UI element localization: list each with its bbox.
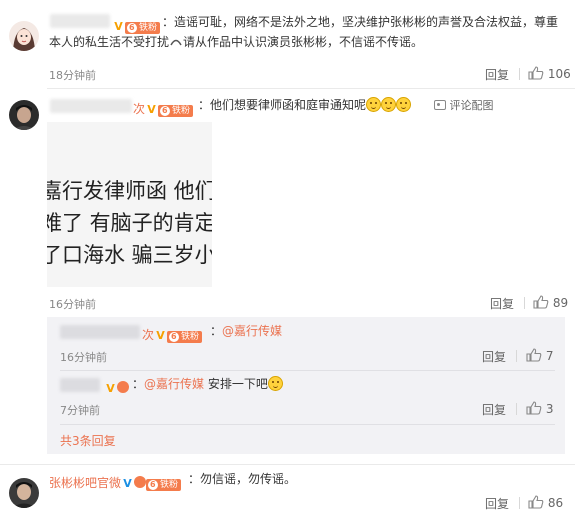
reply-button[interactable]: 回复: [490, 295, 514, 312]
sub-reply-text: ：@嘉行传媒 安排一下吧: [132, 374, 283, 394]
thumbs-up-icon: [528, 495, 544, 509]
reply-button[interactable]: 回复: [482, 348, 506, 365]
like-count: 3: [545, 402, 554, 416]
reply-button[interactable]: 回复: [485, 495, 509, 512]
divider: [524, 297, 525, 309]
comment-image[interactable]: 嘉行发律师函 他们真 难了 有脑子的肯定 了口海水 骗三岁小: [47, 122, 212, 287]
verified-v-icon: V: [147, 103, 156, 116]
doge-emoji-icon: [381, 97, 397, 112]
thumbs-up-icon: [526, 401, 542, 415]
verified-v-icon: V: [156, 329, 165, 342]
thumbs-up-icon: [526, 348, 542, 362]
image-text-line: 难了 有脑子的肯定: [47, 211, 212, 235]
comment-image-link[interactable]: 评论配图: [434, 97, 494, 113]
avatar[interactable]: [9, 100, 39, 130]
doge-emoji-icon: [396, 97, 412, 112]
like-count: 7: [545, 349, 554, 363]
like-button[interactable]: 3: [526, 401, 553, 416]
reply-button[interactable]: 回复: [485, 66, 509, 83]
hands-emoji-icon: [170, 39, 182, 46]
verified-v-icon: V: [106, 382, 115, 395]
doge-emoji-icon: [366, 97, 382, 112]
comment-text: ：他们想要律师函和庭审通知呢: [198, 95, 412, 115]
like-button[interactable]: 7: [526, 348, 553, 363]
fan-badge: 铁粉: [158, 105, 194, 117]
image-text-line: 了口海水 骗三岁小: [47, 243, 212, 267]
mention-link[interactable]: @嘉行传媒: [144, 377, 204, 391]
mention-link[interactable]: @嘉行传媒: [222, 324, 282, 338]
comment-time: 16分钟前: [49, 298, 96, 311]
like-count: 106: [547, 67, 571, 81]
divider: [519, 497, 520, 509]
username-redacted: [60, 378, 100, 392]
thumbs-up-icon: [533, 295, 549, 309]
sub-reply-time: 7分钟前: [60, 404, 100, 417]
username[interactable]: 张彬彬吧官微: [49, 476, 121, 490]
reply-button[interactable]: 回复: [482, 401, 506, 418]
like-button[interactable]: 89: [533, 295, 568, 310]
avatar[interactable]: [9, 478, 39, 508]
username-suffix[interactable]: 次: [133, 102, 145, 116]
divider: [47, 88, 575, 89]
like-count: 86: [547, 496, 564, 510]
divider: [516, 350, 517, 362]
divider: [60, 424, 555, 425]
comment-text-line2: 本人的私生活不受打扰 请从作品中认识演员张彬彬，不信谣不传谣。: [49, 35, 424, 49]
like-button[interactable]: 106: [528, 66, 571, 81]
username-redacted: [50, 99, 132, 113]
divider: [60, 370, 555, 371]
username-suffix[interactable]: 次: [142, 328, 154, 342]
verified-v-icon: V: [123, 477, 132, 490]
fan-level-icon: [117, 381, 129, 393]
comment-text: ：造谣可耻，网络不是法外之地，坚决维护张彬彬的声誉及合法权益，尊重: [162, 15, 559, 29]
fan-badge: 铁粉: [146, 479, 182, 491]
thumbs-up-icon: [528, 66, 544, 80]
like-button[interactable]: 86: [528, 495, 563, 510]
image-icon: [434, 100, 446, 110]
like-count: 89: [552, 296, 569, 310]
comment-time: 18分钟前: [49, 69, 96, 82]
more-replies-link[interactable]: 共3条回复: [60, 432, 116, 449]
divider: [519, 68, 520, 80]
doge-emoji-icon: [267, 376, 283, 391]
avatar[interactable]: [9, 21, 39, 51]
divider: [516, 403, 517, 415]
sub-reply-time: 16分钟前: [60, 351, 107, 364]
username-redacted: [50, 14, 110, 28]
image-text-line: 嘉行发律师函 他们真: [47, 179, 212, 203]
comment-text: ：勿信谣，勿传谣。: [188, 472, 297, 486]
divider: [0, 464, 575, 465]
username-redacted: [60, 325, 140, 339]
fan-level-icon: [134, 476, 147, 488]
fan-badge: 铁粉: [167, 331, 203, 343]
sub-reply-text: ：@嘉行传媒: [210, 324, 283, 338]
